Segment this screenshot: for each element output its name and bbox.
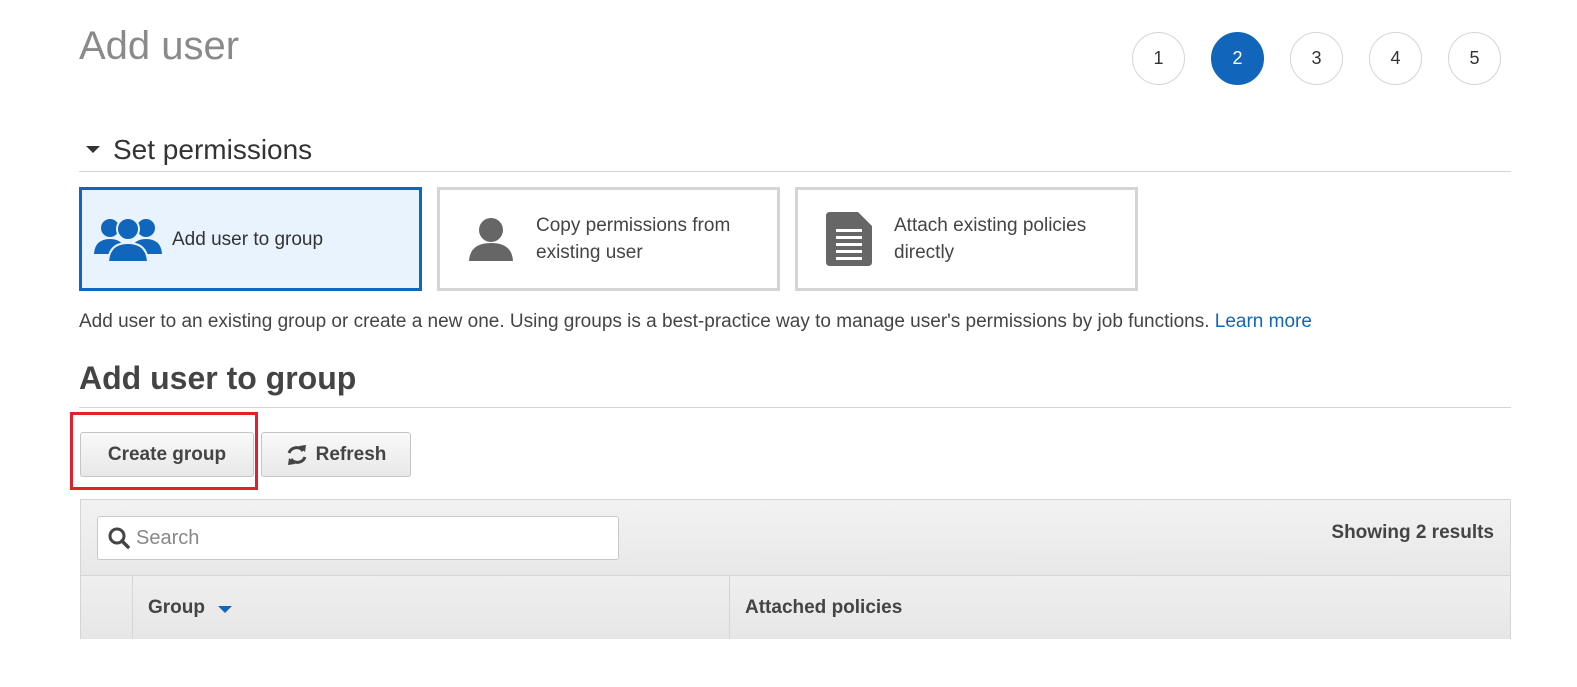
refresh-icon <box>286 444 308 465</box>
search-icon <box>108 527 130 549</box>
option-attach-policies[interactable]: Attach existing policies directly <box>795 187 1138 291</box>
select-column-header <box>81 576 133 639</box>
step-1[interactable]: 1 <box>1132 32 1185 85</box>
section-title: Set permissions <box>113 133 313 165</box>
step-5[interactable]: 5 <box>1448 32 1501 85</box>
user-icon <box>446 217 536 261</box>
refresh-button[interactable]: Refresh <box>261 432 411 477</box>
option-label: Attach existing policies directly <box>894 212 1086 266</box>
caret-down-icon <box>86 146 100 153</box>
option-label-line2: existing user <box>536 242 643 263</box>
table-toolbar: Showing 2 results <box>81 500 1510 576</box>
column-header-group[interactable]: Group <box>133 576 730 639</box>
column-header-label: Group <box>148 596 205 618</box>
refresh-label: Refresh <box>315 443 387 465</box>
step-4[interactable]: 4 <box>1369 32 1422 85</box>
wizard-steps: 1 2 3 4 5 <box>1132 32 1501 85</box>
results-count: Showing 2 results <box>1331 522 1494 543</box>
search-box[interactable] <box>97 516 619 560</box>
set-permissions-header[interactable]: Set permissions <box>79 128 1511 172</box>
step-3[interactable]: 3 <box>1290 32 1343 85</box>
create-group-button[interactable]: Create group <box>80 432 254 477</box>
option-label-line2: directly <box>894 242 955 263</box>
permissions-description: Add user to an existing group or create … <box>79 311 1312 333</box>
groups-table: Showing 2 results Group Attached policie… <box>80 499 1511 639</box>
option-label: Add user to group <box>172 228 324 250</box>
sort-down-icon <box>218 605 232 613</box>
table-header-row: Group Attached policies <box>81 576 1510 639</box>
option-label-line1: Copy permissions from <box>536 215 731 236</box>
step-2[interactable]: 2 <box>1211 32 1264 85</box>
description-text: Add user to an existing group or create … <box>79 311 1215 332</box>
option-add-user-to-group[interactable]: Add user to group <box>79 187 422 291</box>
learn-more-link[interactable]: Learn more <box>1215 311 1312 332</box>
users-group-icon <box>84 216 172 262</box>
option-label-line1: Attach existing policies <box>894 215 1087 236</box>
option-label: Copy permissions from existing user <box>536 212 730 266</box>
option-copy-permissions[interactable]: Copy permissions from existing user <box>437 187 780 291</box>
search-input[interactable] <box>136 526 596 550</box>
document-icon <box>804 212 894 266</box>
page-title: Add user <box>79 24 240 68</box>
add-user-to-group-heading: Add user to group <box>79 360 1511 408</box>
permission-options: Add user to group Copy permissions from … <box>79 187 1138 291</box>
column-header-attached-policies: Attached policies <box>745 596 903 618</box>
